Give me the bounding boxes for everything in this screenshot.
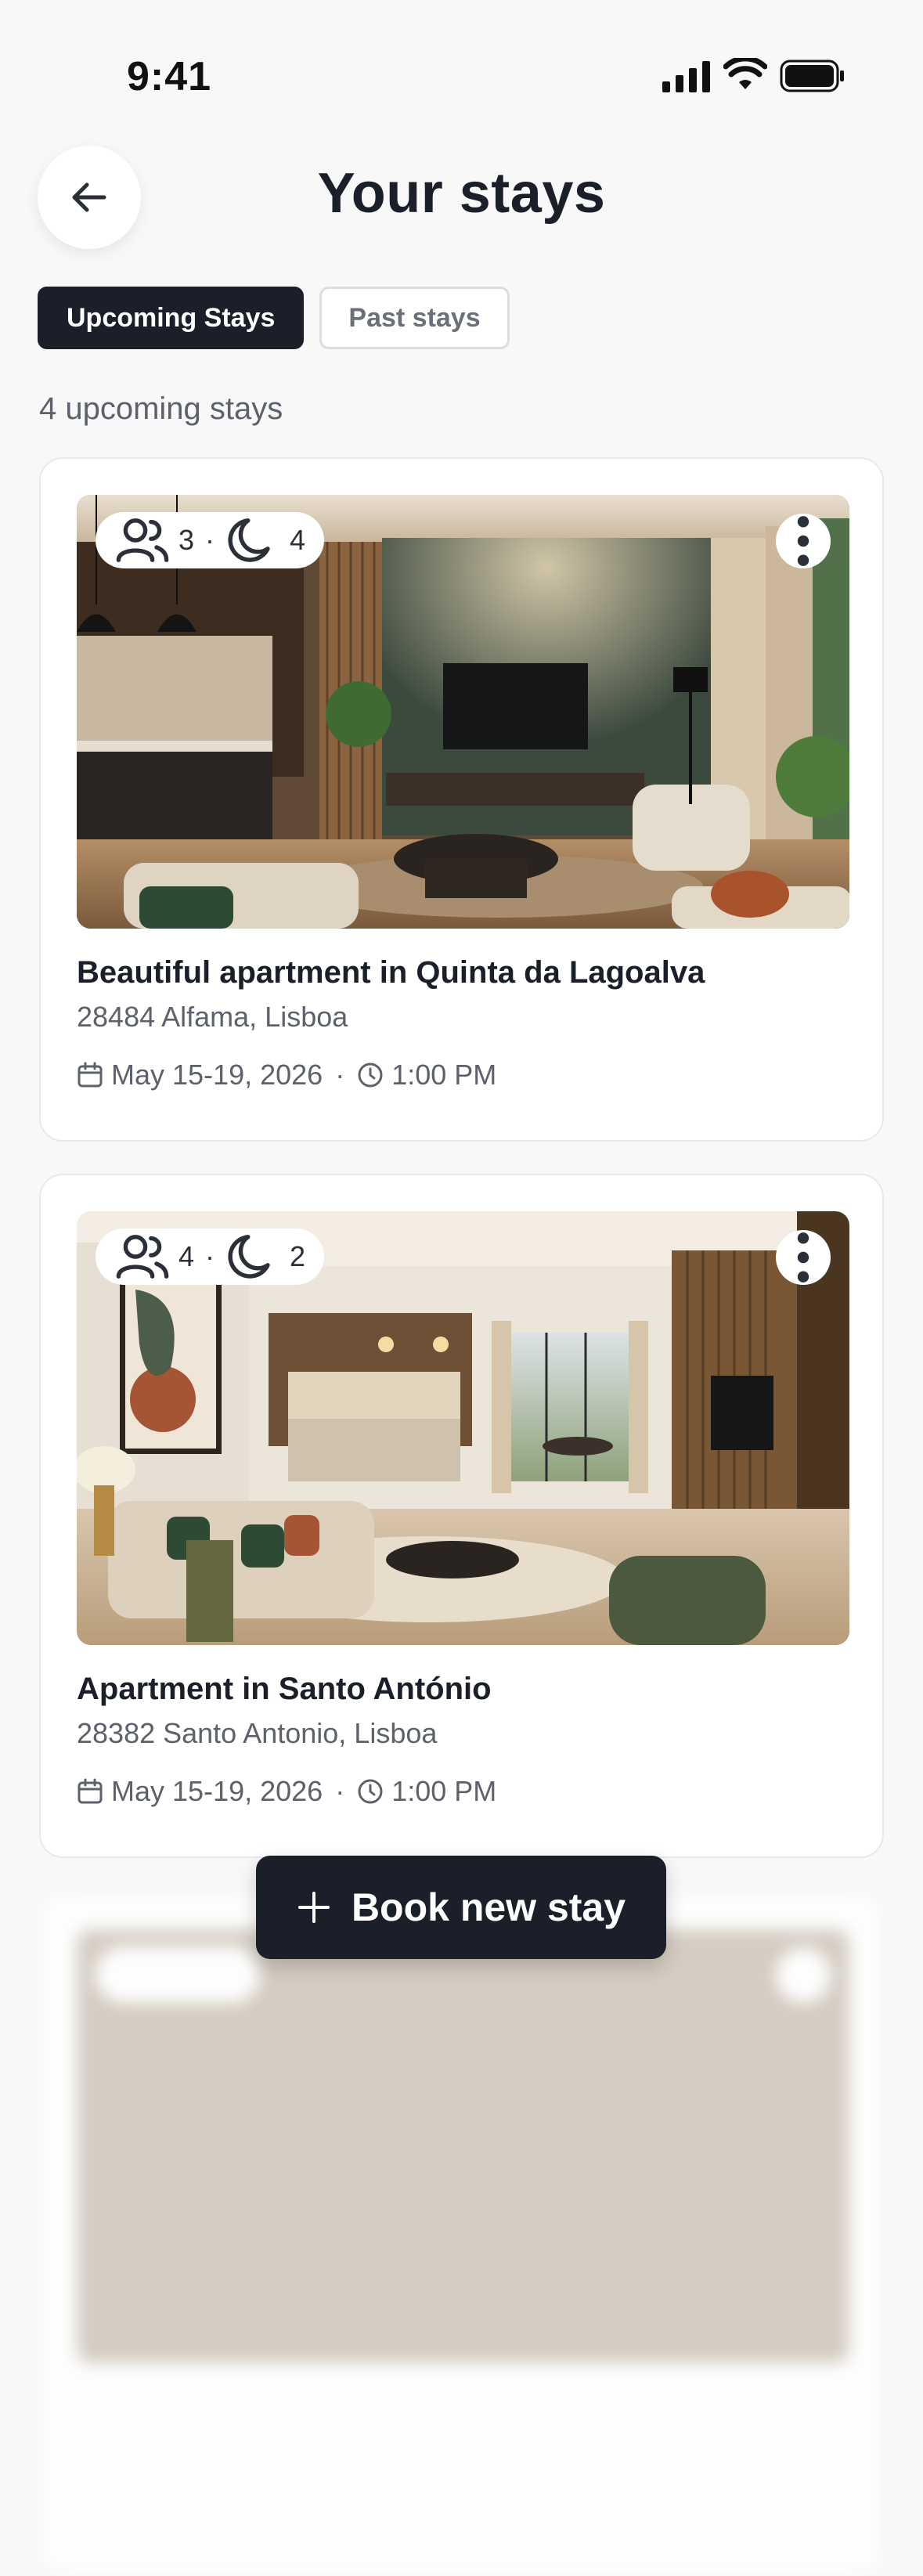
calendar-icon bbox=[78, 1778, 103, 1804]
upcoming-count: 4 upcoming stays bbox=[39, 391, 283, 426]
guests-icon bbox=[116, 1235, 169, 1279]
plus-icon bbox=[297, 1892, 330, 1923]
page-title: Your stays bbox=[317, 162, 606, 225]
more-options-button[interactable] bbox=[776, 1230, 831, 1285]
battery-icon bbox=[780, 60, 844, 92]
clock-icon bbox=[358, 1063, 383, 1088]
separator: · bbox=[335, 1775, 345, 1807]
status-time: 9:41 bbox=[127, 54, 212, 99]
stay-dates: May 15-19, 2026 bbox=[111, 1059, 323, 1091]
tab-upcoming-stays[interactable]: Upcoming Stays bbox=[38, 287, 305, 349]
stay-address: 28382 Santo Antonio, Lisboa bbox=[77, 1717, 438, 1749]
more-options-button[interactable] bbox=[776, 514, 831, 568]
calendar-icon bbox=[78, 1062, 103, 1088]
guest-count: 3 bbox=[178, 524, 195, 556]
more-options-button[interactable] bbox=[776, 1948, 831, 2003]
guest-night-badge: 3 · 4 bbox=[96, 512, 325, 568]
stay-photo bbox=[77, 1929, 849, 2363]
guest-night-badge bbox=[96, 1946, 260, 2003]
separator: · bbox=[205, 524, 215, 556]
separator: · bbox=[335, 1059, 345, 1091]
moon-icon bbox=[228, 518, 270, 562]
stay-photo: 4 · 2 bbox=[77, 1211, 849, 1645]
separator: · bbox=[205, 1240, 215, 1272]
more-vertical-icon bbox=[797, 1232, 809, 1283]
stay-photo: 3 · 4 bbox=[77, 495, 849, 929]
status-bar: 9:41 bbox=[0, 0, 923, 157]
night-count: 4 bbox=[290, 524, 306, 556]
stay-card[interactable] bbox=[39, 1892, 884, 2576]
checkin-time: 1:00 PM bbox=[391, 1059, 497, 1091]
clock-icon bbox=[358, 1779, 383, 1804]
more-vertical-icon bbox=[797, 516, 809, 566]
stay-dates: May 15-19, 2026 bbox=[111, 1775, 323, 1807]
stay-schedule: May 15-19, 2026 · 1:00 PM bbox=[77, 1775, 496, 1808]
stay-card[interactable]: 4 · 2 Apartment in Santo António 28382 S… bbox=[39, 1174, 884, 1858]
guest-count: 4 bbox=[178, 1240, 195, 1272]
checkin-time: 1:00 PM bbox=[391, 1775, 497, 1807]
book-button-label: Book new stay bbox=[351, 1885, 626, 1929]
stay-address: 28484 Alfama, Lisboa bbox=[77, 1001, 348, 1033]
guests-icon bbox=[116, 518, 169, 562]
stay-schedule: May 15-19, 2026 · 1:00 PM bbox=[77, 1059, 496, 1091]
stay-tabs: Upcoming Stays Past stays bbox=[38, 287, 510, 349]
tab-past-stays[interactable]: Past stays bbox=[319, 287, 510, 349]
guest-night-badge: 4 · 2 bbox=[96, 1228, 325, 1285]
moon-icon bbox=[228, 1235, 270, 1279]
stay-card[interactable]: 3 · 4 Beautiful apartment in Quinta da L… bbox=[39, 457, 884, 1142]
book-new-stay-button[interactable]: Book new stay bbox=[256, 1856, 666, 1959]
stay-title: Apartment in Santo António bbox=[77, 1672, 492, 1706]
wifi-icon bbox=[723, 58, 767, 89]
night-count: 2 bbox=[290, 1240, 306, 1272]
stay-title: Beautiful apartment in Quinta da Lagoalv… bbox=[77, 955, 705, 990]
cellular-signal-icon bbox=[662, 61, 710, 92]
